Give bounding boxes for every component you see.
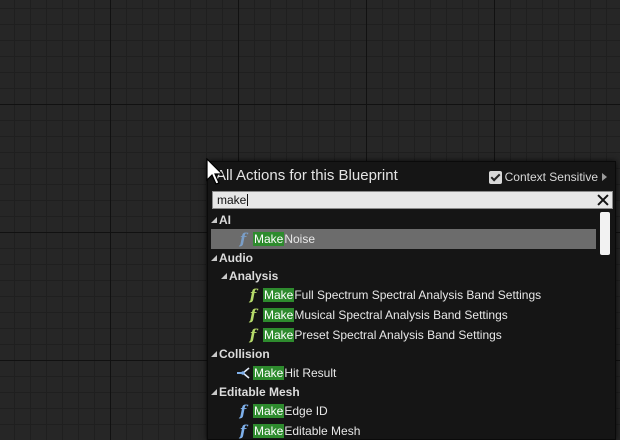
action-item[interactable]: f Make Preset Spectral Analysis Band Sett… (211, 325, 596, 345)
function-icon: f (239, 421, 247, 440)
category-audio[interactable]: Audio (211, 249, 596, 267)
category-label: Audio (219, 251, 253, 265)
action-item[interactable]: f Make Full Spectrum Spectral Analysis Ba… (211, 285, 596, 305)
action-label: Preset Spectral Analysis Band Settings (294, 328, 502, 342)
expand-triangle-icon[interactable] (211, 217, 217, 223)
action-label: Editable Mesh (284, 424, 361, 438)
blueprint-action-menu: All Actions for this Blueprint Context S… (207, 161, 616, 440)
search-input[interactable] (213, 192, 593, 208)
function-icon: f (249, 305, 257, 324)
action-menu-header: All Actions for this Blueprint Context S… (208, 162, 615, 190)
match-highlight: Make (253, 366, 285, 380)
function-icon: f (249, 325, 257, 344)
make-struct-icon (237, 367, 250, 379)
action-item[interactable]: f Make Noise (211, 229, 596, 249)
context-sensitive-toggle[interactable]: Context Sensitive (488, 169, 607, 185)
match-highlight: Make (253, 232, 285, 246)
match-highlight: Make (253, 424, 285, 438)
text-caret (247, 194, 248, 206)
match-highlight: Make (263, 288, 295, 302)
expand-triangle-icon[interactable] (211, 389, 217, 395)
match-highlight: Make (263, 328, 295, 342)
match-highlight: Make (263, 308, 295, 322)
category-ai[interactable]: AI (211, 211, 596, 229)
clear-search-icon[interactable] (595, 192, 611, 208)
expand-triangle-icon[interactable] (211, 255, 217, 261)
action-item[interactable]: f Make Musical Spectral Analysis Band Set… (211, 305, 596, 325)
category-editable-mesh[interactable]: Editable Mesh (211, 383, 596, 401)
category-analysis[interactable]: Analysis (211, 267, 596, 285)
category-collision[interactable]: Collision (211, 345, 596, 363)
expand-triangle-icon[interactable] (221, 273, 227, 279)
mouse-cursor-icon (206, 158, 224, 185)
category-label: Editable Mesh (219, 385, 300, 399)
category-label: Analysis (229, 269, 279, 283)
action-menu-title: All Actions for this Blueprint (216, 167, 398, 184)
match-highlight: Make (253, 404, 285, 418)
context-sensitive-label: Context Sensitive (504, 170, 598, 184)
action-item[interactable]: Make Hit Result (211, 363, 596, 383)
action-label: Hit Result (284, 366, 337, 380)
action-label: Full Spectrum Spectral Analysis Band Set… (294, 288, 542, 302)
action-item[interactable]: f Make Editable Mesh (211, 421, 596, 440)
category-label: Collision (219, 347, 270, 361)
search-box (212, 191, 613, 209)
action-label: Edge ID (284, 404, 328, 418)
function-icon: f (239, 401, 247, 420)
action-tree: AI f Make Noise Audio Analysis f Make Full Spe… (211, 211, 596, 440)
action-item[interactable]: f Make Edge ID (211, 401, 596, 421)
function-icon: f (239, 229, 247, 248)
action-label: Musical Spectral Analysis Band Settings (294, 308, 508, 322)
scrollbar-thumb[interactable] (600, 212, 610, 255)
chevron-right-icon[interactable] (602, 173, 607, 181)
category-label: AI (219, 213, 231, 227)
action-label: Noise (284, 232, 316, 246)
context-sensitive-checkbox[interactable] (488, 170, 502, 184)
function-icon: f (249, 285, 257, 304)
expand-triangle-icon[interactable] (211, 351, 217, 357)
